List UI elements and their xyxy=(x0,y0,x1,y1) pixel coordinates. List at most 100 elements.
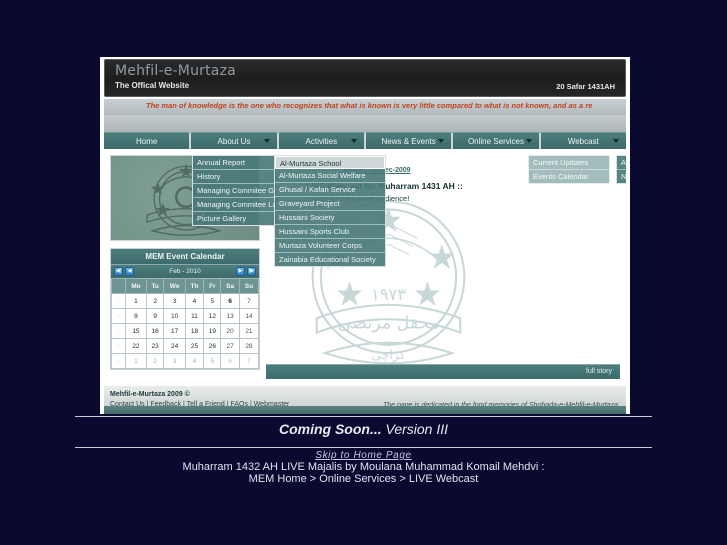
dropdown-activities[interactable]: Al-Murtaza School Al-Murtaza Social Welf… xyxy=(274,155,386,267)
calendar-day-cell[interactable]: 14 xyxy=(238,308,260,324)
calendar-day-cell[interactable]: 2 xyxy=(145,353,165,369)
last-page-icon[interactable]: |▶ xyxy=(247,267,256,276)
menu-item-history[interactable]: History xyxy=(193,170,276,184)
menu-item-current-updates[interactable]: Current Updates xyxy=(529,156,609,170)
calendar-day-cell[interactable]: 1 xyxy=(125,353,147,369)
first-page-icon[interactable]: ◀| xyxy=(114,267,123,276)
chevron-down-icon xyxy=(438,139,445,143)
marquee-text: The man of knowledge is the one who reco… xyxy=(146,101,593,110)
calendar-day-cell[interactable]: 5 xyxy=(203,293,222,309)
menu-item-ghusal-kafan-service[interactable]: Ghusal / Kafan Service xyxy=(275,183,385,197)
footer-accent-strip xyxy=(104,406,626,414)
nav-item-news-events[interactable]: News & Events xyxy=(365,132,454,149)
menu-item-graveyard-project[interactable]: Graveyard Project xyxy=(275,197,385,211)
calendar-day-cell[interactable]: 7 xyxy=(238,353,260,369)
dropdown-news-events[interactable]: Current Updates Events Calendar xyxy=(528,155,610,184)
menu-item-newsletters[interactable]: Newsletters xyxy=(617,170,626,183)
chevron-down-icon xyxy=(350,139,357,143)
calendar-day-header: Su xyxy=(238,278,260,294)
calendar-header-row: Mo Tu We Th Fr Sa Su xyxy=(111,278,260,294)
calendar-day-cell[interactable]: 26 xyxy=(203,338,222,354)
calendar-week-number: 5 xyxy=(111,293,126,309)
calendar-day-cell[interactable]: 3 xyxy=(163,353,186,369)
menu-item-al-murtaza-social-welfare[interactable]: Al-Murtaza Social Welfare xyxy=(275,169,385,183)
calendar-day-cell[interactable]: 5 xyxy=(203,353,222,369)
calendar-day-cell[interactable]: 13 xyxy=(220,308,240,324)
page-root: Mehfil-e-Murtaza The Offical Website 20 … xyxy=(0,0,727,545)
menu-item-annual-report[interactable]: Annual Report xyxy=(193,156,276,170)
nav-item-online-services[interactable]: Online Services xyxy=(453,132,541,149)
event-calendar-widget: MEM Event Calendar ◀| ◀ Feb - 2010 ▶ |▶ … xyxy=(110,248,260,370)
website-frame: Mehfil-e-Murtaza The Offical Website 20 … xyxy=(100,57,630,414)
menu-item-picture-gallery[interactable]: Picture Gallery xyxy=(193,212,276,225)
calendar-day-cell[interactable]: 22 xyxy=(125,338,147,354)
calendar-day-cell[interactable]: 25 xyxy=(184,338,205,354)
nav-item-home[interactable]: Home xyxy=(104,132,192,149)
menu-item-label: Applications xyxy=(621,158,626,167)
calendar-week-col-header xyxy=(111,278,126,294)
calendar-day-cell[interactable]: 24 xyxy=(163,338,186,354)
calendar-day-cell[interactable]: 4 xyxy=(184,293,205,309)
menu-item-hussaini-society[interactable]: Hussaini Society xyxy=(275,211,385,225)
dropdown-about-us[interactable]: Annual Report History Managing Commitee … xyxy=(192,155,290,226)
calendar-day-cell[interactable]: 11 xyxy=(184,308,205,324)
nav-spacer xyxy=(104,115,626,132)
calendar-title: MEM Event Calendar xyxy=(111,249,259,265)
calendar-day-selected[interactable]: 6 xyxy=(220,293,240,309)
marquee-strip: The man of knowledge is the one who reco… xyxy=(104,99,626,115)
calendar-day-cell[interactable]: 16 xyxy=(145,323,165,339)
calendar-week-row: 6 8 9 10 11 12 13 14 xyxy=(111,308,260,324)
nav-item-about-us[interactable]: About Us xyxy=(191,132,279,149)
site-header: Mehfil-e-Murtaza The Offical Website 20 … xyxy=(104,59,626,97)
calendar-week-number: 8 xyxy=(111,338,126,354)
calendar-day-cell[interactable]: 4 xyxy=(184,353,205,369)
calendar-day-header: Sa xyxy=(220,278,240,294)
calendar-day-cell[interactable]: 27 xyxy=(220,338,240,354)
menu-item-hussaini-sports-club[interactable]: Hussaini Sports Club xyxy=(275,225,385,239)
menu-item-managing-commitee-ladies[interactable]: Managing Commitee Ladies xyxy=(193,198,290,212)
menu-item-applications[interactable]: Applications xyxy=(617,156,626,170)
prev-month-icon[interactable]: ◀ xyxy=(125,267,134,276)
nav-item-webcast[interactable]: Webcast xyxy=(540,132,626,149)
calendar-day-cell[interactable]: 20 xyxy=(220,323,240,339)
calendar-day-cell[interactable]: 18 xyxy=(184,323,205,339)
calendar-day-cell[interactable]: 9 xyxy=(145,308,165,324)
calendar-day-cell[interactable]: 17 xyxy=(163,323,186,339)
menu-item-events-calendar[interactable]: Events Calendar xyxy=(529,170,609,183)
nav-item-activities[interactable]: Activities xyxy=(278,132,366,149)
calendar-navigation: ◀| ◀ Feb - 2010 ▶ |▶ xyxy=(111,265,259,278)
calendar-day-header: We xyxy=(163,278,186,294)
calendar-day-cell[interactable]: 3 xyxy=(163,293,186,309)
calendar-day-cell[interactable]: 15 xyxy=(125,323,147,339)
calendar-day-cell[interactable]: 8 xyxy=(125,308,147,324)
chevron-down-icon xyxy=(612,139,619,143)
menu-item-murtaza-volunteer-corps[interactable]: Murtaza Volunteer Corps xyxy=(275,239,385,253)
next-month-icon[interactable]: ▶ xyxy=(236,267,245,276)
calendar-day-cell[interactable]: 7 xyxy=(238,293,260,309)
calendar-day-header: Tu xyxy=(145,278,165,294)
calendar-day-cell[interactable]: 28 xyxy=(238,338,260,354)
calendar-day-cell[interactable]: 10 xyxy=(163,308,186,324)
main-navigation: Home About Us Activities News & Events O… xyxy=(104,132,626,149)
calendar-day-cell[interactable]: 2 xyxy=(145,293,165,309)
announcement-breadcrumb: MEM Home > Online Services > LIVE Webcas… xyxy=(248,473,479,485)
dropdown-online-services[interactable]: Applications Newsletters xyxy=(616,155,626,184)
calendar-day-header: Mo xyxy=(125,278,147,294)
announcement-line-1: Muharram 1432 AH LIVE Majalis by Moulana… xyxy=(182,461,545,473)
full-story-link[interactable]: full story xyxy=(586,368,612,375)
calendar-day-cell[interactable]: 23 xyxy=(145,338,165,354)
menu-item-managing-commitee-gents[interactable]: Managing Commitee Gents xyxy=(193,184,288,198)
calendar-day-cell[interactable]: 21 xyxy=(238,323,260,339)
coming-soon-text: Coming Soon... xyxy=(278,421,382,437)
skip-to-home-page-link[interactable]: Skip to Home Page xyxy=(0,450,727,461)
menu-item-zainabia-educational-society[interactable]: Zainabia Educational Society xyxy=(275,253,385,266)
nav-label: Activities xyxy=(305,136,338,146)
menu-item-al-murtaza-school[interactable]: Al-Murtaza School xyxy=(275,156,385,169)
calendar-day-header: Th xyxy=(184,278,205,294)
calendar-day-cell[interactable]: 12 xyxy=(203,308,222,324)
calendar-day-cell[interactable]: 6 xyxy=(220,353,240,369)
divider-top xyxy=(75,416,652,417)
full-story-bar[interactable]: full story xyxy=(266,364,620,379)
calendar-day-cell[interactable]: 19 xyxy=(203,323,222,339)
calendar-day-cell[interactable]: 1 xyxy=(125,293,147,309)
